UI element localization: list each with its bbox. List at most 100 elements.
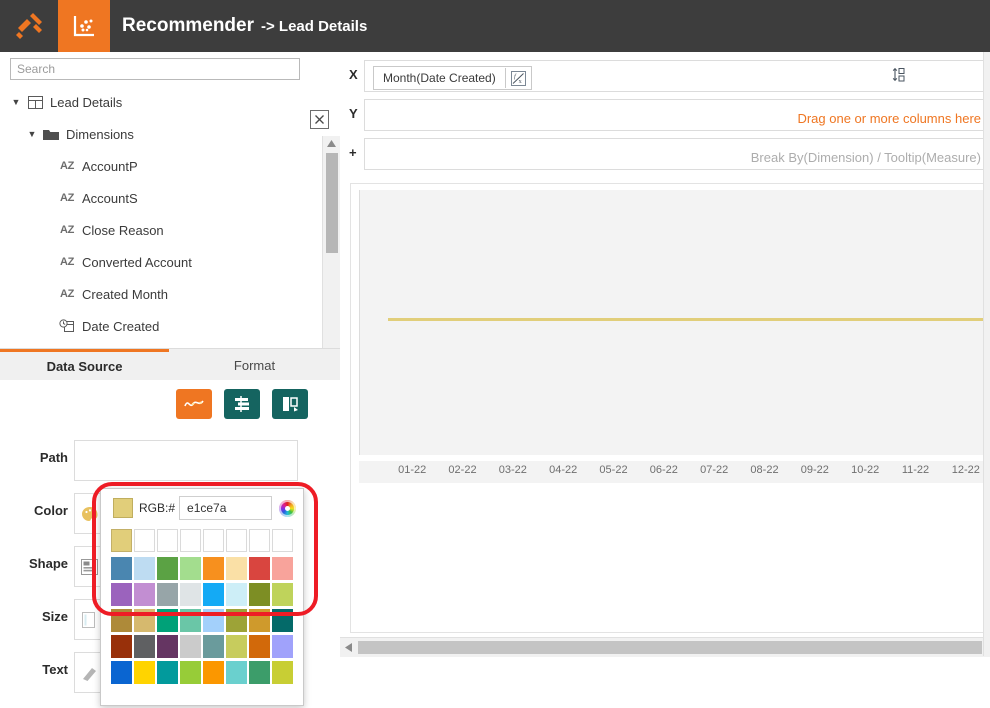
color-swatch[interactable] bbox=[272, 583, 293, 606]
color-swatch[interactable] bbox=[157, 583, 178, 606]
chevron-down-icon[interactable]: ▼ bbox=[24, 129, 40, 139]
tree-item-converted-account[interactable]: AZ Converted Account bbox=[0, 246, 322, 278]
recent-color-swatch[interactable] bbox=[180, 529, 201, 552]
tab-label: Format bbox=[233, 357, 276, 373]
list-shape-icon bbox=[81, 558, 98, 575]
recent-color-swatch[interactable] bbox=[111, 529, 132, 552]
calendar-clock-icon bbox=[56, 319, 78, 333]
page-right-scrollbar[interactable] bbox=[983, 52, 990, 656]
rgb-hex-input[interactable] bbox=[179, 496, 273, 520]
align-button[interactable] bbox=[224, 389, 260, 419]
color-swatch[interactable] bbox=[180, 635, 201, 658]
color-swatch[interactable] bbox=[272, 557, 293, 580]
color-swatch[interactable] bbox=[180, 661, 201, 684]
scrollbar-thumb[interactable] bbox=[326, 153, 338, 253]
mark-field-path[interactable] bbox=[74, 440, 298, 481]
shelf-dropzone-y[interactable]: Drag one or more columns here bbox=[364, 99, 990, 131]
sort-icon[interactable] bbox=[892, 67, 908, 88]
left-panel: ▼ Lead Details ▼ Dimensions AZ AccountP … bbox=[0, 52, 341, 708]
tab-label: Data Source bbox=[46, 359, 123, 374]
color-swatch[interactable] bbox=[203, 635, 224, 658]
mark-row-path: Path bbox=[0, 434, 322, 487]
color-swatch[interactable] bbox=[157, 661, 178, 684]
x-axis-tick-label: 08-22 bbox=[750, 464, 779, 476]
flip-button[interactable] bbox=[272, 389, 308, 419]
shelf-y: Y Drag one or more columns here bbox=[340, 95, 990, 133]
tree-node-lead-details[interactable]: ▼ Lead Details bbox=[0, 86, 322, 118]
color-swatch[interactable] bbox=[249, 635, 270, 658]
color-swatch[interactable] bbox=[134, 609, 155, 632]
recent-color-swatch[interactable] bbox=[157, 529, 178, 552]
color-swatch[interactable] bbox=[249, 609, 270, 632]
color-swatch[interactable] bbox=[226, 583, 247, 606]
shelf-key-plus: + bbox=[349, 145, 357, 160]
tree-item-accounts[interactable]: AZ AccountS bbox=[0, 182, 322, 214]
color-swatch[interactable] bbox=[203, 557, 224, 580]
color-swatch[interactable] bbox=[226, 557, 247, 580]
scroll-left-arrow-icon[interactable] bbox=[340, 638, 357, 657]
app-logo[interactable] bbox=[0, 0, 58, 52]
shelf-dropzone-plus[interactable]: Break By(Dimension) / Tooltip(Measure) bbox=[364, 138, 990, 170]
color-swatch[interactable] bbox=[203, 609, 224, 632]
formula-icon[interactable]: fx bbox=[504, 68, 531, 88]
mark-label-size: Size bbox=[41, 609, 68, 624]
color-swatch[interactable] bbox=[157, 557, 178, 580]
mark-type-line-button[interactable] bbox=[176, 389, 212, 419]
scrollbar-thumb[interactable] bbox=[358, 641, 982, 654]
color-palette-row bbox=[111, 557, 297, 580]
x-axis-tick-label: 10-22 bbox=[851, 464, 880, 476]
main-horizontal-scrollbar[interactable] bbox=[340, 637, 990, 657]
color-swatch[interactable] bbox=[203, 583, 224, 606]
color-swatch[interactable] bbox=[157, 635, 178, 658]
color-swatch[interactable] bbox=[272, 609, 293, 632]
recent-color-swatch[interactable] bbox=[134, 529, 155, 552]
recent-color-swatch[interactable] bbox=[272, 529, 293, 552]
tab-format[interactable]: Format bbox=[169, 349, 340, 381]
chart-plot-area bbox=[359, 190, 989, 455]
color-swatch[interactable] bbox=[111, 661, 132, 684]
color-swatch[interactable] bbox=[134, 557, 155, 580]
color-swatch[interactable] bbox=[249, 583, 270, 606]
color-swatch[interactable] bbox=[157, 609, 178, 632]
tree-item-close-reason[interactable]: AZ Close Reason bbox=[0, 214, 322, 246]
chart-container[interactable]: 01-22 02-22 03-22 04-22 05-22 06-22 07-22 08-22… bbox=[350, 183, 990, 633]
clear-search-button[interactable] bbox=[310, 110, 329, 129]
tree-item-date-created[interactable]: Date Created bbox=[0, 310, 322, 342]
search-input[interactable] bbox=[10, 58, 300, 80]
color-swatch[interactable] bbox=[134, 661, 155, 684]
color-wheel-icon[interactable] bbox=[279, 499, 297, 517]
color-swatch[interactable] bbox=[249, 661, 270, 684]
tree-item-created-month[interactable]: AZ Created Month bbox=[0, 278, 322, 310]
folder-icon bbox=[40, 128, 62, 141]
color-swatch[interactable] bbox=[134, 635, 155, 658]
color-swatch[interactable] bbox=[111, 557, 132, 580]
color-swatch[interactable] bbox=[226, 635, 247, 658]
color-swatch[interactable] bbox=[226, 661, 247, 684]
recent-color-swatch[interactable] bbox=[203, 529, 224, 552]
tree-node-label: AccountS bbox=[82, 190, 138, 206]
tree-node-dimensions[interactable]: ▼ Dimensions bbox=[0, 118, 322, 150]
color-swatch[interactable] bbox=[111, 635, 132, 658]
scroll-up-arrow-icon[interactable] bbox=[323, 136, 340, 151]
color-swatch[interactable] bbox=[203, 661, 224, 684]
color-swatch[interactable] bbox=[180, 609, 201, 632]
recent-color-swatch[interactable] bbox=[226, 529, 247, 552]
color-swatch[interactable] bbox=[111, 609, 132, 632]
field-pill-x[interactable]: Month(Date Created) fx bbox=[373, 66, 532, 90]
x-axis-tick-label: 04-22 bbox=[549, 464, 578, 476]
color-swatch[interactable] bbox=[249, 557, 270, 580]
color-swatch[interactable] bbox=[180, 583, 201, 606]
tab-scatter-view[interactable] bbox=[58, 0, 110, 52]
color-swatch[interactable] bbox=[180, 557, 201, 580]
tab-data-source[interactable]: Data Source bbox=[0, 349, 169, 381]
color-swatch[interactable] bbox=[134, 583, 155, 606]
x-axis-tick-label: 02-22 bbox=[448, 464, 477, 476]
chevron-down-icon[interactable]: ▼ bbox=[8, 97, 24, 107]
recent-color-swatch[interactable] bbox=[249, 529, 270, 552]
color-swatch[interactable] bbox=[226, 609, 247, 632]
color-swatch[interactable] bbox=[272, 635, 293, 658]
color-swatch[interactable] bbox=[111, 583, 132, 606]
current-color-swatch[interactable] bbox=[113, 498, 133, 518]
color-swatch[interactable] bbox=[272, 661, 293, 684]
tree-item-accountp[interactable]: AZ AccountP bbox=[0, 150, 322, 182]
